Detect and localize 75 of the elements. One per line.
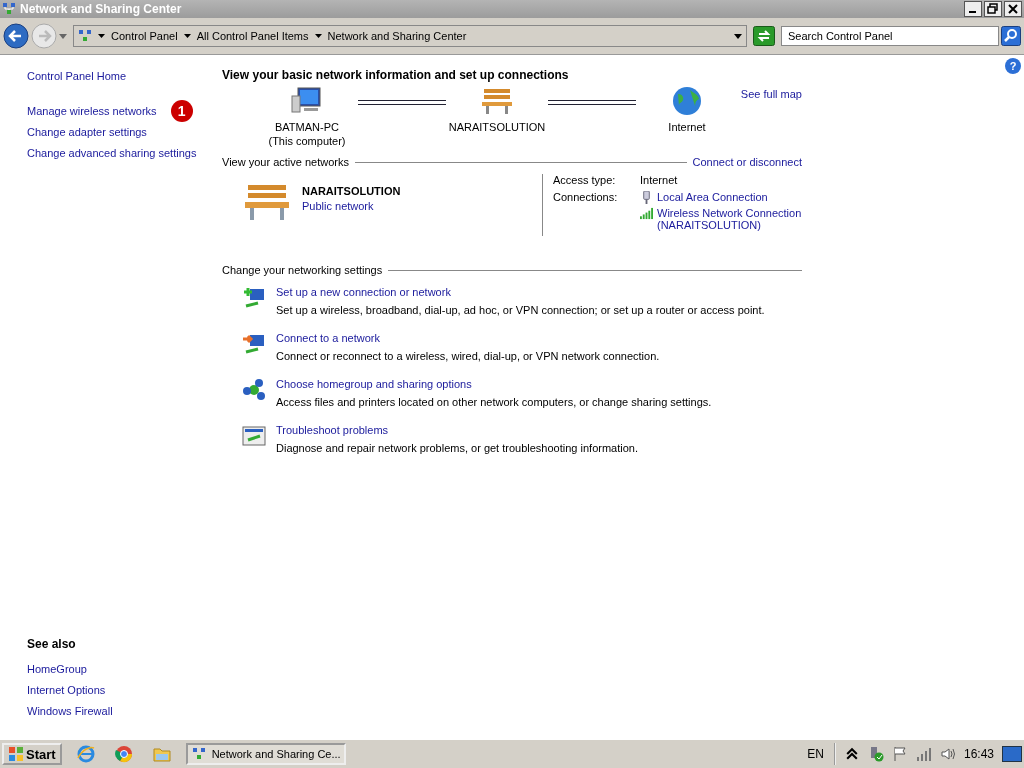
troubleshoot-icon bbox=[242, 424, 266, 448]
network-icon bbox=[78, 29, 92, 43]
sidebar-link[interactable]: Manage wireless networks bbox=[27, 104, 157, 117]
dropdown-arrow-icon[interactable] bbox=[734, 33, 742, 39]
access-type-value: Internet bbox=[640, 174, 679, 186]
flag-icon[interactable] bbox=[891, 746, 908, 762]
see-full-map-link[interactable]: See full map bbox=[740, 88, 802, 100]
breadcrumb[interactable]: Control Panel bbox=[111, 30, 178, 42]
network-name: NARAITSOLUTION bbox=[302, 185, 401, 197]
restore-button[interactable] bbox=[984, 1, 1002, 17]
bench-icon bbox=[242, 182, 292, 222]
speaker-icon[interactable] bbox=[939, 746, 956, 762]
network-type-link[interactable]: Public network bbox=[302, 200, 401, 212]
help-button[interactable]: ? bbox=[1005, 58, 1021, 74]
network-icon bbox=[2, 2, 16, 16]
globe-icon bbox=[670, 86, 704, 116]
task-link[interactable]: Connect to a network bbox=[276, 332, 660, 344]
task-description: Set up a wireless, broadband, dial-up, ad hoc, or VPN connection; or set up a router or access point. bbox=[276, 304, 765, 316]
signal-bars-icon[interactable] bbox=[915, 746, 932, 762]
history-dropdown-icon[interactable] bbox=[59, 33, 67, 39]
breadcrumb[interactable]: All Control Panel Items bbox=[196, 30, 309, 42]
network-arrow-icon bbox=[242, 332, 266, 356]
close-button[interactable] bbox=[1004, 1, 1022, 17]
task-link[interactable]: Set up a new connection or network bbox=[276, 286, 765, 298]
back-button[interactable] bbox=[3, 23, 29, 49]
page-heading: View your basic network information and set up connections bbox=[222, 68, 570, 82]
start-button[interactable]: Start bbox=[2, 743, 62, 765]
node-label: NARAITSOLUTION bbox=[448, 120, 546, 134]
cable-plug-icon bbox=[640, 191, 653, 204]
taskbar-window-button[interactable]: Network and Sharing Ce... bbox=[185, 743, 346, 765]
bench-icon bbox=[480, 86, 514, 116]
sidebar-link[interactable]: Change adapter settings bbox=[27, 125, 147, 138]
sidebar-link[interactable]: Control Panel Home bbox=[27, 69, 127, 82]
section-title: View your active networks bbox=[222, 156, 349, 168]
network-add-icon bbox=[242, 286, 266, 310]
access-type-label: Access type: bbox=[553, 174, 617, 186]
number-badge: 1 bbox=[170, 99, 193, 122]
task-description: Diagnose and repair network problems, or get troubleshooting information. bbox=[276, 442, 638, 454]
connection-link[interactable]: Wireless Network Connection bbox=[657, 207, 802, 219]
signal-bars-icon bbox=[640, 207, 653, 220]
section-title: Change your networking settings bbox=[222, 264, 383, 276]
task-link[interactable]: Choose homegroup and sharing options bbox=[276, 378, 712, 390]
breadcrumb-arrow-icon[interactable] bbox=[183, 34, 191, 38]
computer-icon bbox=[290, 86, 324, 116]
address-bar[interactable]: Control Panel All Control Panel Items Network and Sharing Center bbox=[73, 25, 747, 47]
homegroup-icon bbox=[242, 378, 266, 402]
breadcrumb[interactable]: Network and Sharing Center bbox=[327, 30, 467, 42]
see-also-link[interactable]: HomeGroup bbox=[27, 662, 87, 675]
see-also-link[interactable]: Windows Firewall bbox=[27, 704, 113, 717]
connection-link[interactable]: Local Area Connection bbox=[657, 191, 768, 203]
clock[interactable]: 16:43 bbox=[963, 747, 994, 761]
connect-disconnect-link[interactable]: Connect or disconnect bbox=[692, 156, 802, 168]
refresh-button[interactable] bbox=[753, 26, 775, 46]
minimize-button[interactable] bbox=[964, 1, 982, 17]
node-label: BATMAN-PC bbox=[275, 120, 339, 134]
sidebar-link[interactable]: Change advanced sharing settings bbox=[27, 146, 197, 159]
windows-logo-icon bbox=[8, 746, 24, 762]
search-field[interactable]: Search Control Panel bbox=[781, 26, 999, 46]
see-also-heading: See also bbox=[27, 637, 77, 653]
see-also-link[interactable]: Internet Options bbox=[27, 683, 106, 696]
breadcrumb-arrow-icon[interactable] bbox=[314, 34, 322, 38]
browser-circle-icon[interactable] bbox=[113, 744, 134, 764]
node-label: Internet bbox=[668, 120, 706, 134]
connections-label: Connections: bbox=[553, 191, 619, 205]
breadcrumb-arrow-icon[interactable] bbox=[98, 34, 105, 38]
task-description: Access files and printers located on other network computers, or change sharing settings. bbox=[276, 396, 712, 408]
language-indicator[interactable]: EN bbox=[807, 747, 824, 761]
task-link[interactable]: Troubleshoot problems bbox=[276, 424, 638, 436]
connection-detail-link[interactable]: (NARAITSOLUTION) bbox=[657, 219, 802, 231]
network-icon bbox=[191, 747, 206, 761]
show-desktop-icon[interactable] bbox=[1002, 746, 1022, 762]
node-subtitle: (This computer) bbox=[268, 134, 346, 148]
window-title: Network and Sharing Center bbox=[20, 2, 183, 16]
task-description: Connect or reconnect to a wireless, wired, dial-up, or VPN network connection. bbox=[276, 350, 660, 362]
search-button[interactable] bbox=[1001, 26, 1021, 46]
